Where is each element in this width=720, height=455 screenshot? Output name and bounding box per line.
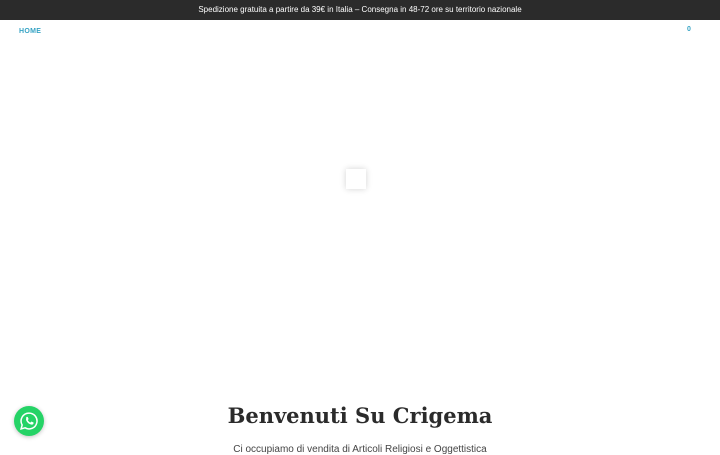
cart-button[interactable]: 0	[676, 26, 698, 40]
announcement-bar: Spedizione gratuita a partire da 39€ in …	[0, 0, 720, 20]
loading-spinner	[346, 169, 366, 189]
nav-home-link[interactable]: HOME	[19, 28, 41, 35]
shopping-bag-icon	[677, 30, 685, 38]
whatsapp-chat-button[interactable]	[14, 406, 44, 436]
announcement-text: Spedizione gratuita a partire da 39€ in …	[198, 5, 522, 14]
cart-count-badge: 0	[687, 26, 691, 33]
page-title: Benvenuti Su Crigema	[227, 403, 493, 428]
whatsapp-icon	[20, 412, 38, 430]
main-navigation: HOME 0	[0, 20, 720, 44]
